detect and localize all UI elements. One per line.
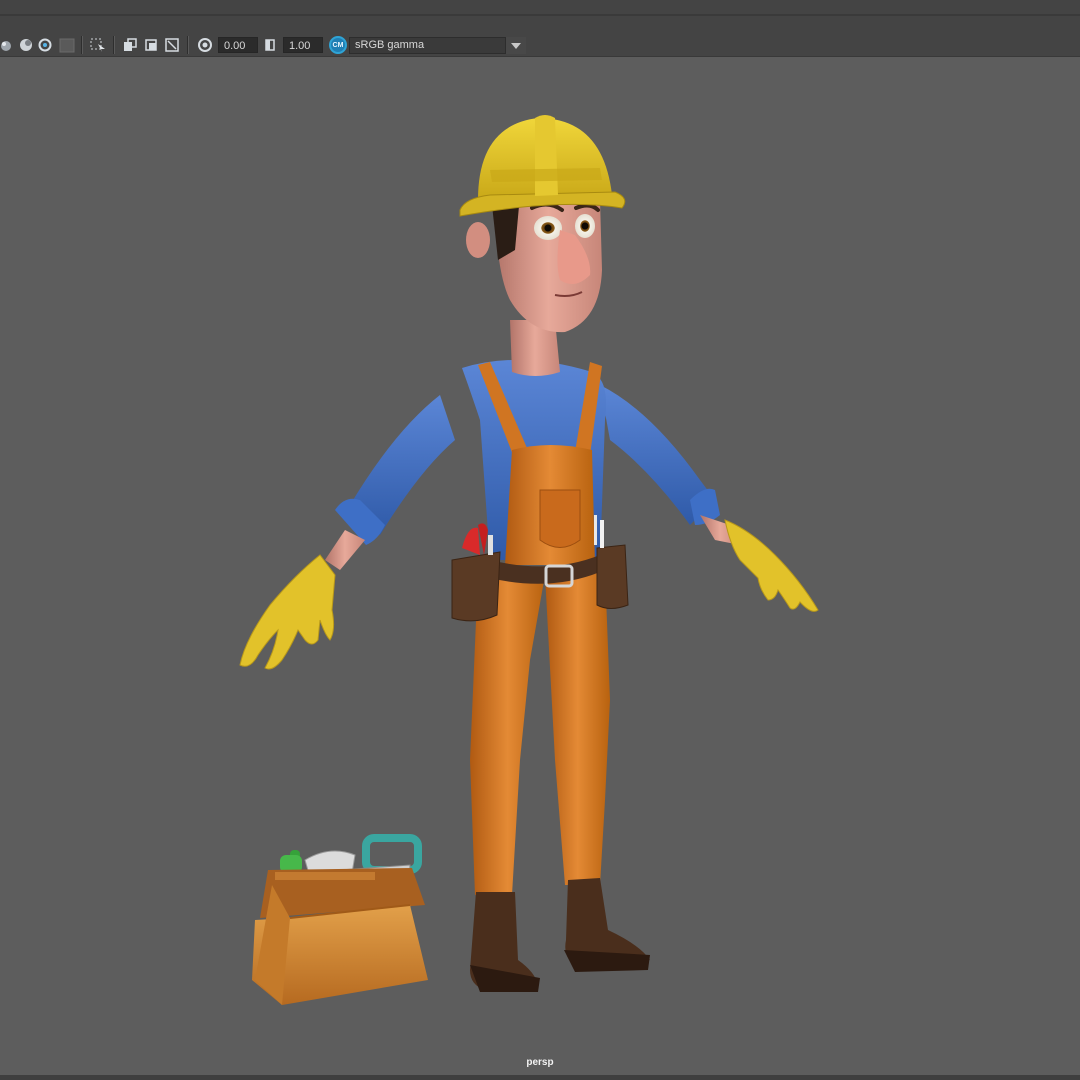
camera-label: persp (526, 1057, 554, 1068)
toolbar-separator (81, 36, 83, 54)
chevron-down-icon[interactable] (505, 37, 526, 54)
gamma-icon[interactable] (262, 37, 278, 53)
exposure-field[interactable]: 0.00 (218, 37, 258, 53)
status-bar (0, 1075, 1080, 1080)
worker-left-arm (239, 395, 455, 670)
exposure-icon[interactable] (196, 37, 214, 53)
color-management-toggle[interactable]: CM (329, 36, 347, 54)
film-gate-icon[interactable] (143, 37, 159, 53)
isolate-icon[interactable] (37, 37, 53, 53)
select-camera-icon[interactable] (89, 37, 107, 53)
window-title-bar (0, 0, 1080, 16)
perspective-viewport[interactable] (0, 57, 1080, 1075)
color-space-select[interactable]: sRGB gamma (349, 37, 526, 54)
toolbox (252, 834, 428, 1005)
worker-boots (470, 878, 650, 992)
resolution-gate-icon[interactable] (122, 37, 138, 53)
toolbar-separator (113, 36, 115, 54)
toolbar-separator (187, 36, 189, 54)
viewport-toolbar (0, 16, 1080, 57)
gamma-field[interactable]: 1.00 (283, 37, 323, 53)
worker-helmet (459, 115, 626, 217)
safe-action-icon[interactable] (164, 37, 180, 53)
lighting-icon[interactable] (18, 37, 34, 53)
worker-right-arm (600, 385, 819, 612)
xray-icon[interactable] (58, 37, 76, 53)
shaded-icon[interactable] (0, 37, 14, 53)
scene-render (239, 115, 819, 1005)
